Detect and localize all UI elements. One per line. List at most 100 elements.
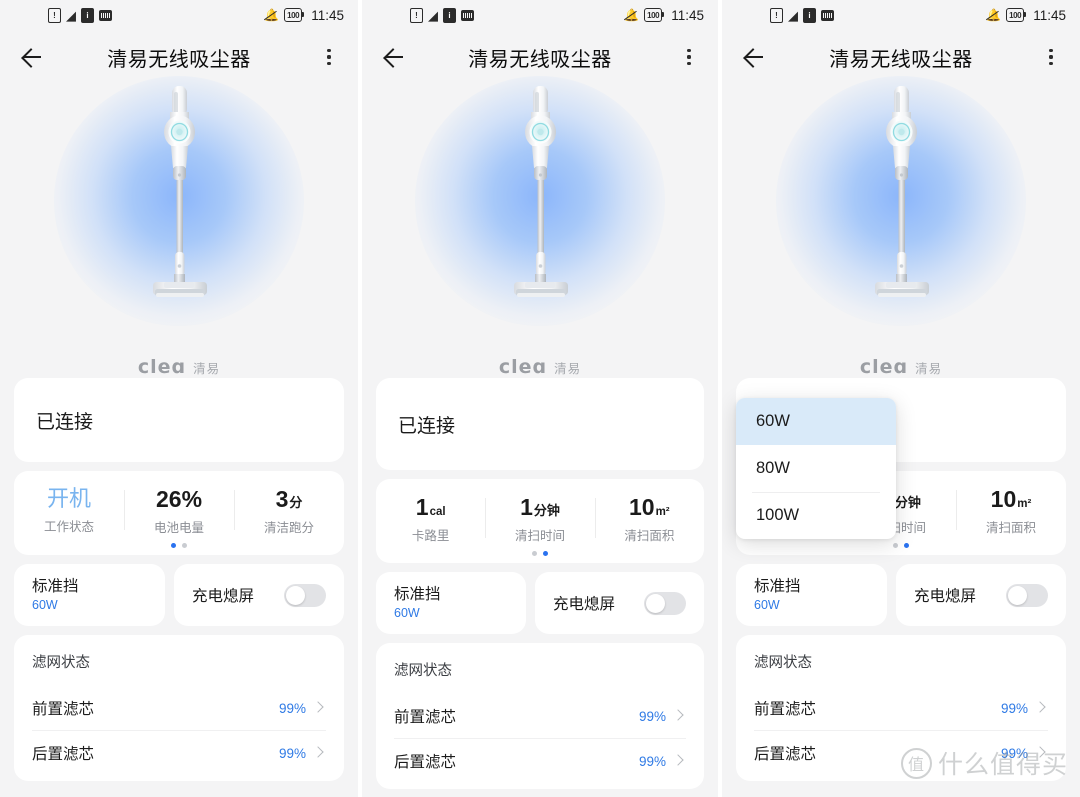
wifi-icon: ◢ [428,7,438,23]
filter-name: 后置滤芯 [32,746,95,763]
filter-row-rear[interactable]: 后置滤芯 99% [32,730,326,775]
back-arrow-icon[interactable] [18,44,44,70]
toggle-label: 充电熄屏 [913,588,976,605]
stats-card-page1[interactable]: 开机 工作状态 26% 电池电量 3分 清洁跑分 [14,471,344,555]
bell-off-icon: 🔔 [624,8,640,22]
page-indicator[interactable] [736,543,1066,548]
wifi-icon: ◢ [788,7,798,23]
charging-screenoff-switch[interactable] [284,583,326,607]
more-options-icon[interactable] [1040,45,1062,69]
device-hero [0,76,358,354]
mode-wattage: 60W [754,598,780,613]
controls-row-3: 标准挡 60W 充电熄屏 [736,564,1066,626]
status-icons-right: 🔔 100 11:45 [624,8,704,23]
filter-row-rear[interactable]: 后置滤芯 99% [394,738,686,783]
dropdown-option-80w[interactable]: 80W [736,445,896,492]
charging-screenoff-tile[interactable]: 充电熄屏 [895,564,1066,626]
brand-name-cn: 清易 [554,361,582,376]
filter-row-front[interactable]: 前置滤芯 99% [394,694,686,738]
page-title: 清易无线吸尘器 [468,48,612,71]
stat-value: 10m² [595,494,704,520]
stat-label: 清扫面积 [624,529,675,544]
clock-label: 11:45 [311,7,344,23]
filter-value: 99% [638,708,666,724]
wifi-icon: ◢ [66,7,76,23]
brand-mark: cleɑ [859,356,909,378]
status-bar: ! ◢ i 🔔 100 11:45 [0,0,358,30]
back-arrow-icon[interactable] [380,44,406,70]
more-options-icon[interactable] [678,45,700,69]
page-title: 清易无线吸尘器 [107,48,251,71]
brand-logo: cleɑ 清易 [362,356,718,378]
stat-value: 1cal [376,494,485,520]
cordless-vacuum-image [495,86,585,334]
status-icons-right: 🔔 100 11:45 [986,8,1066,23]
stat-value: 1分钟 [485,494,594,520]
stats-card-page2[interactable]: 1cal 卡路里 1分钟 清扫时间 10m² 清扫面积 [376,479,704,563]
connection-status-card[interactable]: 已连接 [376,378,704,470]
chevron-right-icon [672,709,686,723]
stat-unit: % [181,486,203,512]
battery-icon: 100 [644,8,665,22]
stat-value: 26% [124,486,234,512]
page-indicator[interactable] [14,543,344,548]
brand-name-cn: 清易 [193,361,221,376]
back-arrow-icon[interactable] [740,44,766,70]
device-hero [722,76,1080,354]
sim-card-icon: ! [48,7,61,23]
more-options-icon[interactable] [318,45,340,69]
status-bar: ! ◢ i 🔔 100 11:45 [722,0,1080,30]
filter-row-rear[interactable]: 后置滤芯 99% [754,730,1048,775]
stat-value: 3分 [234,486,344,512]
stat-label: 电池电量 [153,521,204,536]
sd-card-icon [461,9,474,21]
nav-bar: 清易无线吸尘器 [362,30,718,84]
filter-value: 99% [1000,700,1028,716]
signal-icon: i [803,7,816,23]
stat-label: 卡路里 [411,529,450,544]
suction-mode-tile[interactable]: 标准挡 60W [14,564,165,626]
filter-name: 后置滤芯 [754,746,817,763]
brand-logo: cleɑ 清易 [0,356,358,378]
cordless-vacuum-image [856,86,946,334]
charging-screenoff-tile[interactable]: 充电熄屏 [173,564,344,626]
stat-number: 1 [415,494,429,520]
filter-status-title: 滤网状态 [754,655,812,671]
stat-item: 开机 工作状态 [14,486,124,536]
main-content-1: 已连接 开机 工作状态 26% 电池电量 3分 清洁跑分 标准挡 60W 充电熄… [0,378,358,781]
stat-item: 1cal 卡路里 [376,494,485,544]
filter-row-front[interactable]: 前置滤芯 99% [754,686,1048,730]
device-hero [362,76,718,354]
charging-screenoff-switch[interactable] [644,591,686,615]
stat-number: 10 [628,494,655,520]
suction-mode-tile[interactable]: 标准挡 60W [376,572,527,634]
connection-status-label: 已连接 [36,411,94,433]
battery-icon: 100 [1006,8,1027,22]
mode-label: 标准挡 [754,577,801,595]
charging-screenoff-switch[interactable] [1006,583,1048,607]
chevron-right-icon [672,754,686,768]
clock-label: 11:45 [1033,7,1066,23]
suction-mode-tile[interactable]: 标准挡 60W [736,564,887,626]
mode-label: 标准挡 [32,577,79,595]
stat-value: 10m² [956,486,1066,512]
suction-power-dropdown[interactable]: 60W 80W 100W [736,398,896,539]
filter-name: 前置滤芯 [754,701,817,718]
connection-status-card[interactable]: 已连接 [14,378,344,462]
sd-card-icon [99,9,112,21]
chevron-right-icon [1034,701,1048,715]
dropdown-option-100w[interactable]: 100W [736,492,896,539]
stat-unit: 分钟 [894,495,921,510]
charging-screenoff-tile[interactable]: 充电熄屏 [535,572,704,634]
filter-status-title: 滤网状态 [394,663,452,679]
toggle-label: 充电熄屏 [191,588,254,605]
filter-name: 后置滤芯 [394,754,457,771]
stat-item: 3分 清洁跑分 [234,486,344,536]
stat-unit: cal [429,506,446,518]
status-icons-right: 🔔 100 11:45 [264,8,344,23]
filter-name: 前置滤芯 [32,701,95,718]
stat-unit: m² [1017,498,1032,510]
filter-row-front[interactable]: 前置滤芯 99% [32,686,326,730]
page-indicator[interactable] [376,551,704,556]
dropdown-option-60w[interactable]: 60W [736,398,896,445]
